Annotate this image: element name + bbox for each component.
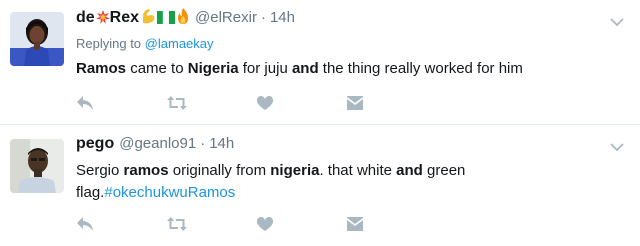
avatar[interactable] xyxy=(10,12,64,66)
tweet-actions xyxy=(76,213,436,235)
direct-message-button[interactable] xyxy=(346,92,436,114)
like-icon xyxy=(256,216,274,232)
timestamp[interactable]: 14h xyxy=(209,135,234,152)
direct-message-icon xyxy=(346,216,364,232)
chevron-down-icon[interactable] xyxy=(610,14,624,27)
text-fragment: came to xyxy=(126,60,188,77)
text-fragment: ramos xyxy=(123,162,169,179)
fire-emoji xyxy=(176,8,190,29)
replying-to-label: Replying to xyxy=(76,36,142,51)
tweet: pego @geanlo91 · 14h Sergio ramos origin… xyxy=(0,124,640,246)
text-fragment: originally from xyxy=(168,162,271,179)
display-name-suffix: Rex xyxy=(109,9,140,26)
like-button[interactable] xyxy=(256,92,346,114)
flexed-biceps-emoji xyxy=(140,8,156,29)
hashtag-link[interactable]: #okechukwuRamos xyxy=(104,184,235,201)
direct-message-button[interactable] xyxy=(346,213,436,235)
tweet-text: Ramos came to Nigeria for juju and the t… xyxy=(76,58,604,80)
nigeria-flag-emoji xyxy=(157,10,176,29)
separator-dot: · xyxy=(260,9,266,26)
handle[interactable]: @elRexir xyxy=(195,9,257,26)
tweet: de Rex @elRexir · 14h Replying to @lamaek… xyxy=(0,0,640,124)
text-fragment: and xyxy=(396,162,423,179)
tweet-header: pego @geanlo91 · 14h xyxy=(76,135,604,159)
text-fragment: for juju xyxy=(238,60,292,77)
text-fragment: Ramos xyxy=(76,60,127,77)
text-fragment: and xyxy=(291,60,319,77)
reply-to-link[interactable]: @lamaekay xyxy=(145,36,214,51)
display-name[interactable]: pego xyxy=(76,135,114,153)
retweet-icon xyxy=(166,95,188,111)
reply-icon xyxy=(76,95,94,111)
tweet-actions xyxy=(76,92,436,114)
reply-context: Replying to @lamaekay xyxy=(76,36,604,51)
like-icon xyxy=(256,95,274,111)
display-name-text: de xyxy=(76,9,95,26)
explosion-emoji xyxy=(95,10,110,29)
separator-dot: · xyxy=(200,135,206,152)
chevron-down-icon[interactable] xyxy=(610,139,624,152)
text-fragment: . that white xyxy=(319,162,397,179)
avatar[interactable] xyxy=(10,139,64,193)
tweet-header: de Rex @elRexir · 14h xyxy=(76,8,604,32)
direct-message-icon xyxy=(346,95,364,111)
retweet-button[interactable] xyxy=(166,92,256,114)
retweet-icon xyxy=(166,216,188,232)
tweet-text: Sergio ramos originally from nigeria. th… xyxy=(76,160,604,204)
display-name[interactable]: de Rex xyxy=(76,8,190,29)
text-fragment: Nigeria xyxy=(187,60,239,77)
reply-button[interactable] xyxy=(76,92,166,114)
text-fragment: Sergio xyxy=(76,162,124,179)
handle[interactable]: @geanlo91 xyxy=(119,135,196,152)
text-fragment: the thing really worked for him xyxy=(318,60,523,77)
reply-button[interactable] xyxy=(76,213,166,235)
like-button[interactable] xyxy=(256,213,346,235)
reply-icon xyxy=(76,216,94,232)
retweet-button[interactable] xyxy=(166,213,256,235)
timestamp[interactable]: 14h xyxy=(270,9,295,26)
text-fragment: nigeria xyxy=(270,162,320,179)
